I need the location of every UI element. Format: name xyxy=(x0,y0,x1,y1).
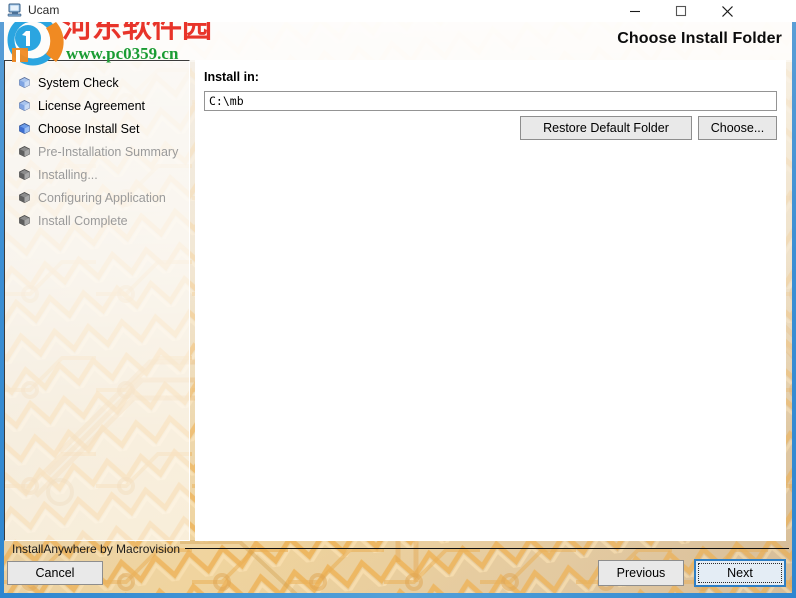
sidebar-item-installing: Installing... xyxy=(19,163,189,186)
sidebar-item-label: Install Complete xyxy=(38,213,128,228)
minimize-icon xyxy=(630,10,640,13)
sidebar-item-label: Choose Install Set xyxy=(38,121,140,136)
sidebar-item-install-complete: Install Complete xyxy=(19,209,189,232)
install-in-label: Install in: xyxy=(204,70,259,84)
close-icon xyxy=(721,5,733,17)
previous-button[interactable]: Previous xyxy=(598,560,684,586)
window-border-bottom xyxy=(0,593,796,598)
cancel-button[interactable]: Cancel xyxy=(7,561,103,585)
restore-default-folder-button[interactable]: Restore Default Folder xyxy=(520,116,692,140)
sidebar-item-label: System Check xyxy=(38,75,119,90)
next-button-label: Next xyxy=(727,566,753,580)
steps-sidebar: System Check License Agreement Choose In… xyxy=(4,60,190,541)
sidebar-item-system-check: System Check xyxy=(19,71,189,94)
step-cube-icon xyxy=(19,100,30,111)
computer-icon xyxy=(7,3,22,17)
content-panel: Install in: Restore Default Folder Choos… xyxy=(195,60,786,541)
sidebar-item-pre-installation-summary: Pre-Installation Summary xyxy=(19,140,189,163)
title-bar: Ucam xyxy=(0,0,796,22)
step-cube-icon xyxy=(19,169,30,180)
footer-separator xyxy=(185,548,789,549)
sidebar-item-license-agreement: License Agreement xyxy=(19,94,189,117)
sidebar-item-label: License Agreement xyxy=(38,98,146,113)
installer-window: Ucam Choose Install Folder 河东软件园 www.pc0… xyxy=(0,0,796,598)
step-cube-icon xyxy=(19,146,30,157)
minimize-button[interactable] xyxy=(612,0,658,22)
step-cube-icon xyxy=(19,192,30,203)
step-cube-icon xyxy=(19,77,30,88)
steps-list: System Check License Agreement Choose In… xyxy=(19,71,189,232)
choose-folder-button[interactable]: Choose... xyxy=(698,116,777,140)
sidebar-item-choose-install-set: Choose Install Set xyxy=(19,117,189,140)
window-title-group: Ucam xyxy=(7,2,59,18)
step-cube-icon xyxy=(19,215,30,226)
sidebar-item-label: Pre-Installation Summary xyxy=(38,144,179,159)
maximize-button[interactable] xyxy=(658,0,704,22)
close-button[interactable] xyxy=(704,0,750,22)
next-button[interactable]: Next xyxy=(694,559,786,587)
sidebar-item-label: Installing... xyxy=(38,167,98,182)
installanywhere-credit: InstallAnywhere by Macrovision xyxy=(12,542,181,556)
page-title: Choose Install Folder xyxy=(617,30,782,47)
sidebar-item-label: Configuring Application xyxy=(38,190,166,205)
window-title: Ucam xyxy=(28,3,60,17)
install-path-input[interactable] xyxy=(204,91,777,111)
window-border-left xyxy=(0,22,4,598)
window-border-right xyxy=(792,22,796,598)
sidebar-item-configuring-application: Configuring Application xyxy=(19,186,189,209)
maximize-icon xyxy=(675,5,687,17)
step-cube-icon-active xyxy=(19,123,30,134)
